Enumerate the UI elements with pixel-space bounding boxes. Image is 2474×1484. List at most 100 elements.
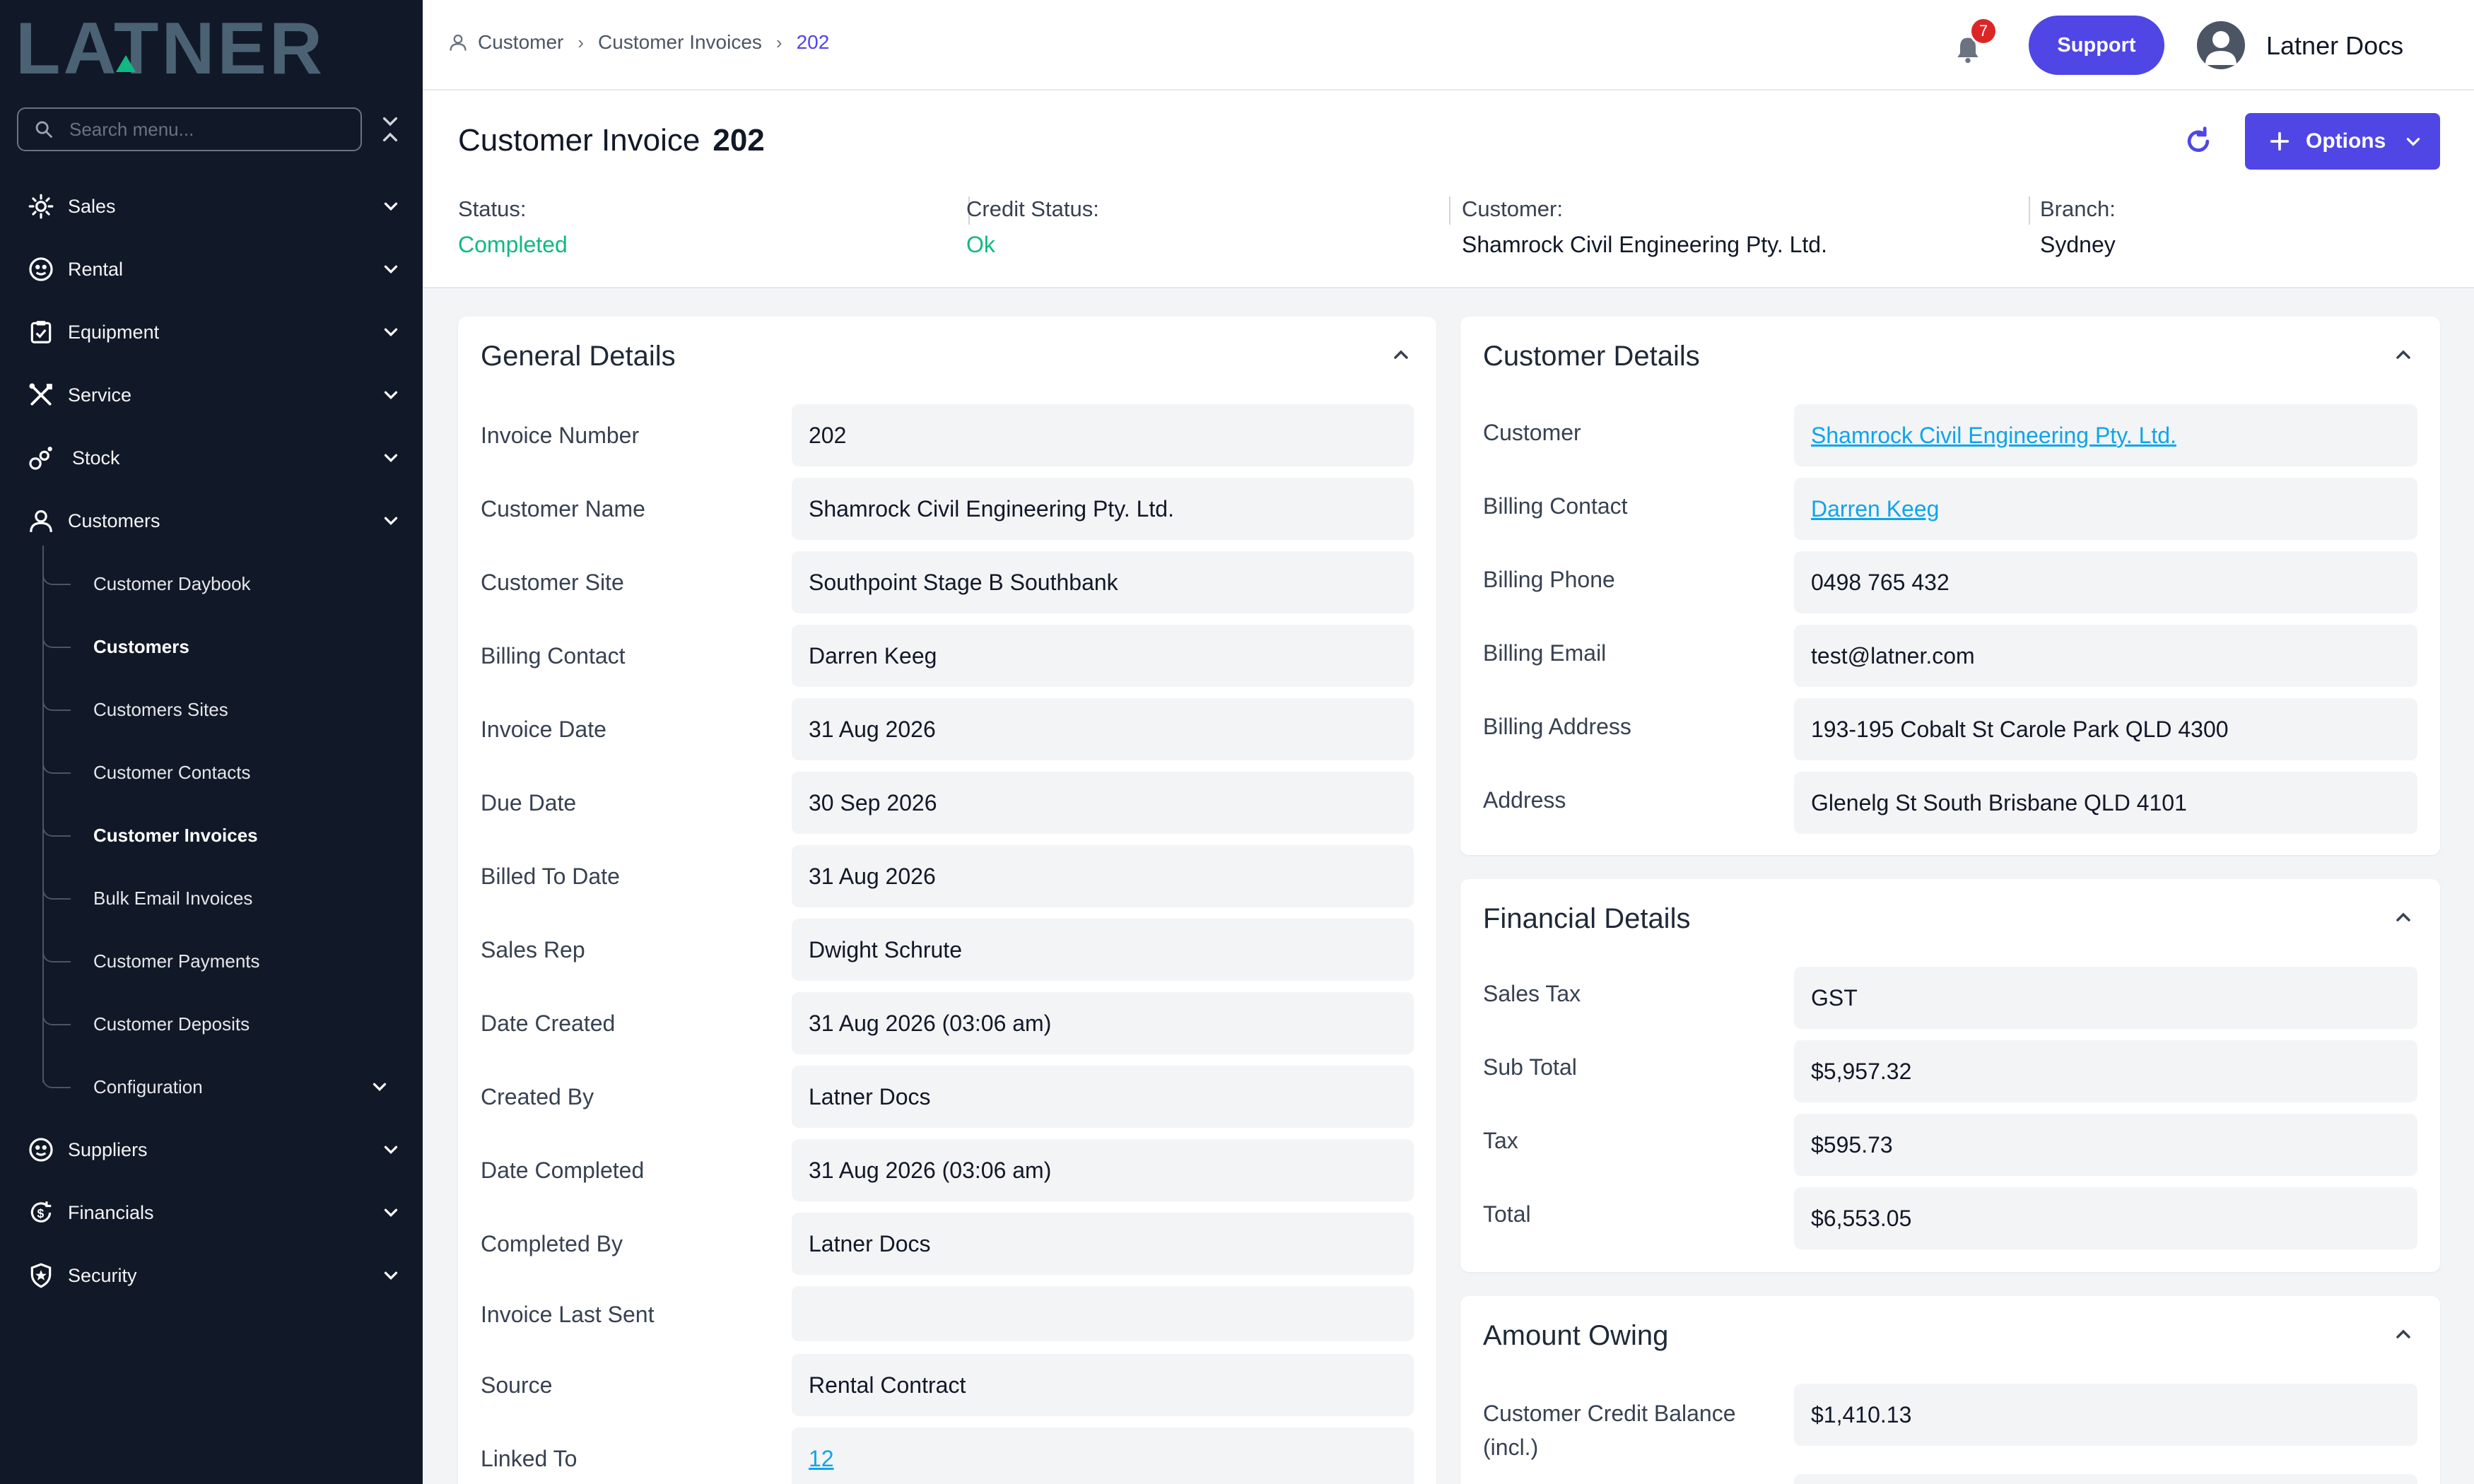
- tax-field: $595.73: [1794, 1114, 2417, 1176]
- status-badge: Completed: [458, 232, 568, 257]
- search-input[interactable]: Search menu...: [17, 107, 362, 151]
- options-button[interactable]: Options: [2245, 113, 2440, 170]
- invoice-last-sent-field: [792, 1286, 1414, 1341]
- clipboard-icon: [27, 318, 55, 346]
- status-field: Status: Completed: [458, 196, 568, 257]
- dollar-cycle-icon: $: [27, 1199, 55, 1227]
- latner-logo[interactable]: LATNER: [13, 13, 398, 83]
- branch-value: Sydney: [2040, 232, 2116, 257]
- field-label: Due Date: [481, 790, 577, 815]
- credit-status-field: Credit Status: Ok: [966, 196, 1099, 257]
- field-label: Sales Tax: [1483, 981, 1581, 1006]
- field-label: Sub Total: [1483, 1054, 1577, 1080]
- sidebar-item-suppliers[interactable]: Suppliers: [0, 1126, 423, 1174]
- sidebar-subitem-bulk-email-invoices[interactable]: Bulk Email Invoices: [42, 874, 410, 922]
- sidebar-item-customers[interactable]: Customers: [0, 497, 423, 545]
- field-label: Customer Site: [481, 570, 624, 595]
- sidebar-subitem-customers[interactable]: Customers: [42, 623, 410, 671]
- sidebar-subitem-customers-sites[interactable]: Customers Sites: [42, 685, 410, 734]
- field-label: Billing Email: [1483, 640, 1607, 666]
- customer-link[interactable]: Shamrock Civil Engineering Pty. Ltd.: [1811, 423, 2176, 449]
- chevron-right-icon: ›: [578, 31, 585, 53]
- avatar[interactable]: [2197, 21, 2245, 69]
- chevron-down-icon: [384, 454, 398, 463]
- invoice-date-field: 31 Aug 2026: [792, 698, 1414, 760]
- support-button[interactable]: Support: [2029, 16, 2164, 75]
- sidebar-subitem-configuration[interactable]: Configuration: [42, 1063, 410, 1111]
- sidebar-subitem-customer-contacts[interactable]: Customer Contacts: [42, 748, 410, 796]
- sidebar-item-stock[interactable]: Stock: [0, 434, 423, 482]
- card-title: Amount Owing: [1483, 1320, 1669, 1351]
- sidebar-subitem-customer-payments[interactable]: Customer Payments: [42, 937, 410, 985]
- sidebar-item-service[interactable]: Service: [0, 371, 423, 419]
- page-title: Customer Invoice 202: [458, 123, 765, 158]
- chevron-up-icon[interactable]: [2392, 1323, 2415, 1345]
- field-label: Created By: [481, 1084, 594, 1109]
- sidebar-subitem-customer-deposits[interactable]: Customer Deposits: [42, 1000, 410, 1048]
- billing-contact-field: Darren Keeg: [792, 625, 1414, 687]
- financial-details-card: Financial Details Sales Tax GST Sub Tota…: [1460, 879, 2440, 1272]
- collapse-icon[interactable]: [380, 114, 400, 144]
- billing-contact-link-field: Darren Keeg: [1794, 478, 2417, 540]
- card-title: General Details: [481, 341, 676, 372]
- date-created-field: 31 Aug 2026 (03:06 am): [792, 992, 1414, 1054]
- card-title: Financial Details: [1483, 903, 1691, 934]
- user-icon: [27, 507, 55, 535]
- chevron-up-icon[interactable]: [2392, 343, 2415, 366]
- top-bar: Customer › Customer Invoices › 202 7 Sup…: [423, 0, 2474, 90]
- sidebar-item-rental[interactable]: Rental: [0, 245, 423, 293]
- breadcrumb-current: 202: [796, 31, 830, 53]
- sidebar-subitem-customer-invoices[interactable]: Customer Invoices: [42, 811, 410, 859]
- chevron-down-icon: [384, 328, 398, 337]
- due-date-field: 30 Sep 2026: [792, 772, 1414, 834]
- customer-details-card: Customer Details Customer Shamrock Civil…: [1460, 317, 2440, 855]
- sun-icon: [27, 192, 55, 220]
- chevron-down-icon: [373, 1083, 387, 1092]
- chevron-down-icon: [384, 1208, 398, 1218]
- field-label: Date Created: [481, 1011, 616, 1036]
- sales-rep-field: Dwight Schrute: [792, 919, 1414, 981]
- field-label: Date Completed: [481, 1158, 645, 1183]
- field-label: Completed By: [481, 1231, 623, 1256]
- field-label: Billing Contact: [481, 643, 626, 669]
- chevron-down-icon: [2407, 138, 2420, 146]
- sidebar-item-security[interactable]: Security: [0, 1252, 423, 1300]
- customer-credit-balance-field: $1,410.13: [1794, 1384, 2417, 1446]
- chevron-up-icon[interactable]: [1390, 343, 1412, 366]
- field-label: Billing Contact: [1483, 493, 1628, 519]
- billing-contact-link[interactable]: Darren Keeg: [1811, 496, 1939, 522]
- chevron-up-icon[interactable]: [2392, 906, 2415, 929]
- created-by-field: Latner Docs: [792, 1066, 1414, 1128]
- customer-name-field: Shamrock Civil Engineering Pty. Ltd.: [792, 478, 1414, 540]
- field-label: Invoice Number: [481, 423, 640, 448]
- refresh-icon[interactable]: [2183, 126, 2214, 157]
- customer-value: Shamrock Civil Engineering Pty. Ltd.: [1462, 232, 1827, 257]
- notifications-button[interactable]: 7: [1952, 17, 1998, 66]
- stock-icon: [27, 444, 55, 472]
- chevron-down-icon: [384, 265, 398, 274]
- sidebar-item-sales[interactable]: Sales: [0, 182, 423, 230]
- field-label: Linked To: [481, 1446, 578, 1471]
- rental-icon: [27, 1136, 55, 1164]
- chevron-down-icon: [384, 1271, 398, 1280]
- notification-count-badge: 7: [1969, 17, 1998, 45]
- breadcrumb-customer[interactable]: Customer: [478, 31, 563, 54]
- sidebar-item-equipment[interactable]: Equipment: [0, 308, 423, 356]
- invoice-header: Customer Invoice 202 Options Status: Comp…: [423, 90, 2474, 288]
- field-label: Customer Name: [481, 496, 645, 522]
- field-label: Billing Address: [1483, 714, 1631, 739]
- chevron-down-icon: [384, 202, 398, 211]
- chevron-right-icon: ›: [775, 31, 782, 53]
- sidebar-subitem-customer-daybook[interactable]: Customer Daybook: [42, 560, 410, 608]
- divider: [2029, 196, 2030, 225]
- search-icon: [35, 121, 52, 138]
- svg-text:$: $: [37, 1206, 44, 1220]
- breadcrumb-customer-invoices[interactable]: Customer Invoices: [598, 31, 762, 54]
- sidebar-item-financials[interactable]: $ Financials: [0, 1189, 423, 1237]
- billing-phone-field: 0498 765 432: [1794, 551, 2417, 613]
- customer-site-field: Southpoint Stage B Southbank: [792, 551, 1414, 613]
- linked-to-link[interactable]: 12: [809, 1446, 834, 1472]
- user-name[interactable]: Latner Docs: [2266, 31, 2403, 61]
- customer-link-field: Shamrock Civil Engineering Pty. Ltd.: [1794, 404, 2417, 466]
- linked-to-field: 12: [792, 1427, 1414, 1484]
